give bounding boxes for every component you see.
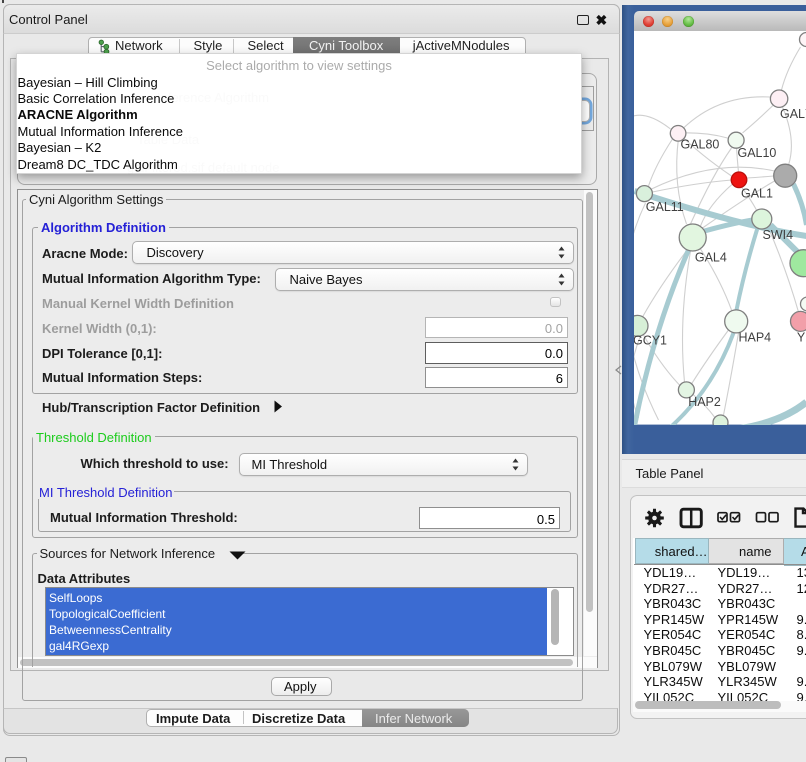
svg-text:GAL11: GAL11 [645, 200, 683, 214]
svg-text:HAP2: HAP2 [688, 395, 721, 409]
svg-text:GAL1: GAL1 [740, 186, 772, 200]
svg-text:GAL80: GAL80 [680, 137, 719, 151]
svg-text:YM: YM [796, 331, 806, 345]
svg-text:GAL10: GAL10 [737, 146, 776, 160]
svg-text:GAL7: GAL7 [779, 107, 806, 121]
svg-text:SWI4: SWI4 [762, 228, 793, 242]
svg-text:GAL4: GAL4 [694, 251, 726, 265]
svg-text:HAP4: HAP4 [738, 331, 771, 345]
svg-text:GCY1: GCY1 [634, 334, 667, 348]
